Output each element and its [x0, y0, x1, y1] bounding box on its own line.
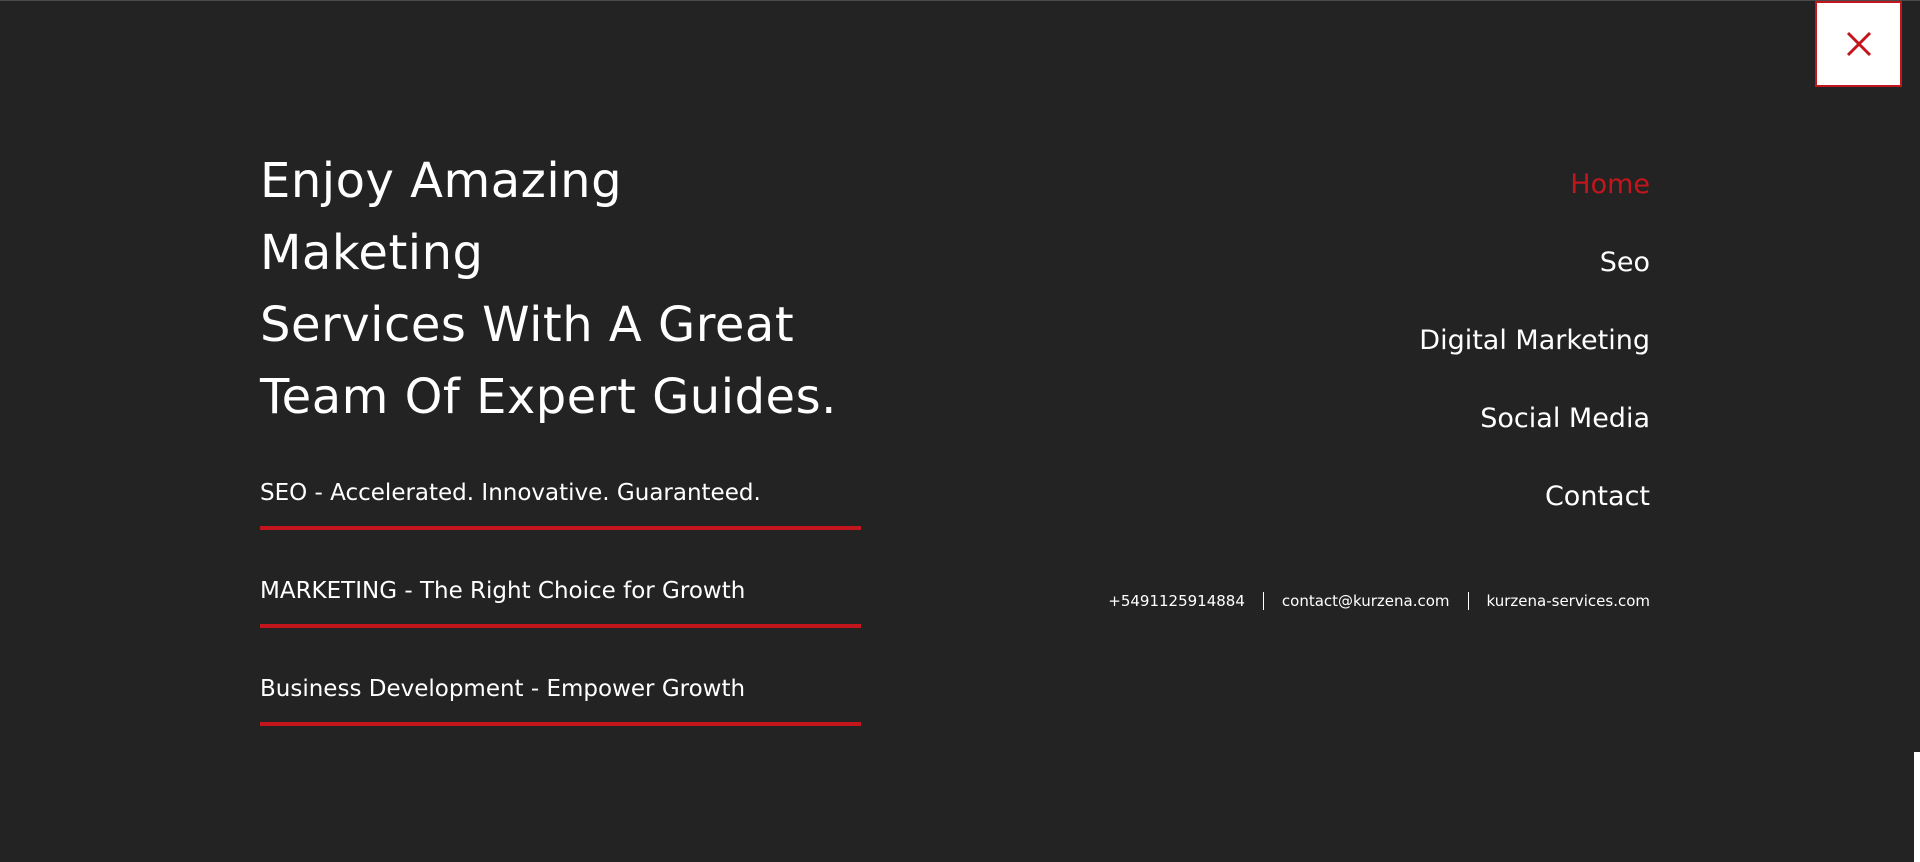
service-label: Business Development - Empower Growth	[260, 676, 746, 702]
divider	[1262, 592, 1264, 610]
nav-item-home[interactable]: Home	[1570, 168, 1650, 246]
nav-item-digital-marketing[interactable]: Digital Marketing	[1419, 324, 1650, 402]
service-underline	[260, 722, 861, 726]
headline: Enjoy Amazing Maketing Services With A G…	[260, 145, 861, 433]
headline-line: Enjoy Amazing Maketing	[260, 153, 623, 281]
headline-line: Team Of Expert Guides.	[260, 369, 837, 425]
nav-item-social-media[interactable]: Social Media	[1480, 402, 1650, 480]
top-divider	[0, 0, 1920, 1]
main-nav: Home Seo Digital Marketing Social Media …	[1419, 168, 1650, 558]
headline-line: Services With A Great	[260, 297, 795, 353]
service-label: MARKETING - The Right Choice for Growth	[260, 578, 746, 604]
phone-link[interactable]: +5491125914884	[1108, 592, 1245, 610]
service-link-marketing[interactable]: MARKETING - The Right Choice for Growth	[260, 577, 861, 675]
scrollbar-thumb[interactable]	[1914, 752, 1920, 862]
service-underline	[260, 526, 861, 530]
close-icon	[1846, 31, 1871, 57]
website-link[interactable]: kurzena-services.com	[1487, 592, 1650, 610]
close-menu-button[interactable]	[1815, 1, 1902, 87]
services-list: SEO - Accelerated. Innovative. Guarantee…	[260, 479, 861, 773]
nav-item-seo[interactable]: Seo	[1600, 246, 1650, 324]
service-link-seo[interactable]: SEO - Accelerated. Innovative. Guarantee…	[260, 479, 861, 577]
divider	[1467, 592, 1469, 610]
email-link[interactable]: contact@kurzena.com	[1282, 592, 1450, 610]
service-label: SEO - Accelerated. Innovative. Guarantee…	[260, 480, 761, 506]
contact-info: +5491125914884 contact@kurzena.com kurze…	[1108, 592, 1650, 610]
intro-section: Enjoy Amazing Maketing Services With A G…	[260, 145, 861, 773]
service-underline	[260, 624, 861, 628]
nav-item-contact[interactable]: Contact	[1545, 480, 1650, 558]
service-link-business-development[interactable]: Business Development - Empower Growth	[260, 675, 861, 773]
